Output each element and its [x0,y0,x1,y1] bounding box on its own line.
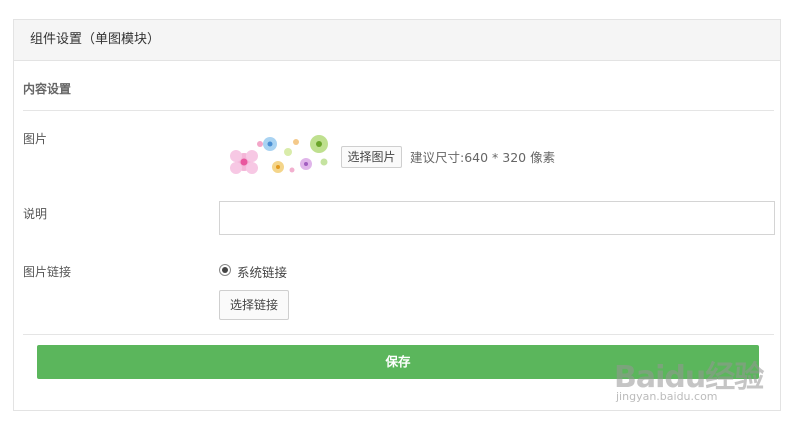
baidu-watermark: Baidu经验 jingyan.baidu.com [614,338,794,408]
dot-green [320,158,328,166]
dot-lime [284,148,292,156]
description-label: 说明 [23,207,48,221]
image-link-label: 图片链接 [23,265,72,279]
description-input[interactable] [219,201,775,235]
flower-blue [263,137,277,151]
select-image-button[interactable]: 选择图片 [341,146,402,168]
system-link-radio[interactable] [219,264,231,276]
panel-header: 组件设置（单图模块） [14,20,780,61]
footer-divider [23,334,774,335]
dot-rose [289,167,295,173]
system-link-radio-label[interactable]: 系统链接 [237,262,287,281]
section-title: 内容设置 [23,82,72,96]
image-thumbnail [230,135,328,174]
panel-title: 组件设置（单图模块） [30,32,161,47]
flower-yellow [272,161,284,173]
section-divider [23,110,774,111]
dot-pink [257,141,263,147]
flower-purple [300,158,312,170]
image-size-hint: 建议尺寸:640 * 320 像素 [410,150,556,165]
image-label: 图片 [23,132,48,146]
dot-orange [293,139,299,145]
watermark-url: jingyan.baidu.com [616,390,718,403]
flower-green [310,135,328,153]
select-link-button[interactable]: 选择链接 [219,290,289,320]
flower-pink-large [230,150,258,174]
